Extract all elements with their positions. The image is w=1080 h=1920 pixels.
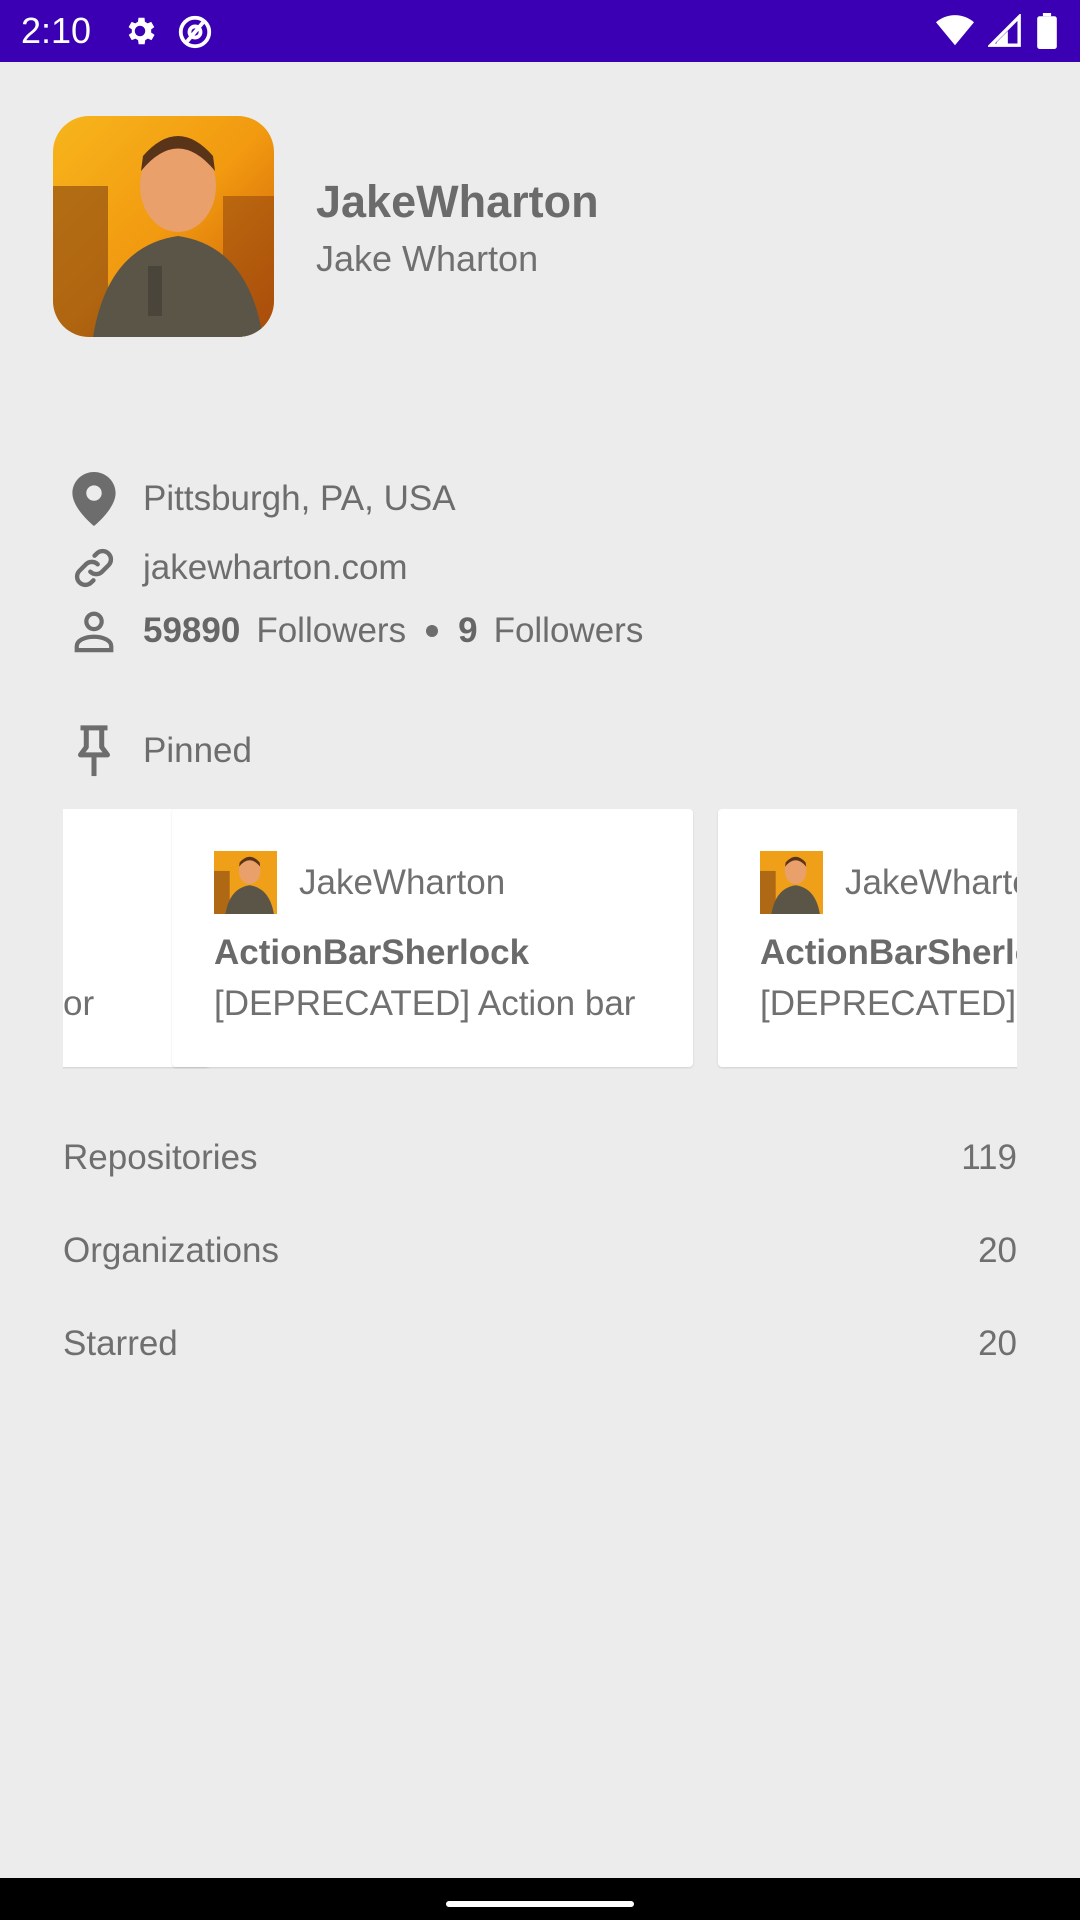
username: JakeWharton bbox=[316, 176, 599, 227]
followers-label[interactable]: Followers bbox=[256, 611, 406, 651]
location-text: Pittsburgh, PA, USA bbox=[143, 479, 456, 518]
settings-icon bbox=[122, 13, 158, 56]
home-gesture-handle[interactable] bbox=[446, 1901, 634, 1907]
avatar bbox=[53, 116, 274, 337]
card-repo-title: ActionBarSherlock bbox=[214, 933, 530, 972]
stat-value: 20 bbox=[978, 1324, 1017, 1363]
link-icon bbox=[69, 543, 119, 593]
pinned-card[interactable]: JakeWharton ActionBarSherlock [DEPRECATE… bbox=[172, 809, 693, 1067]
card-description: [DEPRECATED] Action bar bbox=[760, 984, 1017, 1023]
stat-value: 20 bbox=[978, 1231, 1017, 1270]
stat-value: 119 bbox=[961, 1138, 1017, 1177]
followers-count[interactable]: 59890 bbox=[143, 611, 240, 651]
at-sign-icon bbox=[176, 13, 214, 56]
card-description: or bbox=[63, 984, 95, 1023]
card-owner-avatar bbox=[214, 851, 277, 914]
card-owner: JakeWharton bbox=[214, 851, 505, 914]
pinned-card[interactable]: JakeWharton ActionBarSherlock [DEPRECATE… bbox=[718, 809, 1017, 1067]
card-owner: JakeWharton bbox=[760, 851, 1017, 914]
stat-organizations[interactable]: Organizations 20 bbox=[63, 1231, 1017, 1271]
pinned-carousel[interactable]: or JakeWharton ActionBarSherlock [DEPREC… bbox=[63, 809, 1017, 1069]
stat-starred[interactable]: Starred 20 bbox=[63, 1324, 1017, 1364]
battery-icon bbox=[1036, 13, 1058, 54]
pinned-header: Pinned bbox=[69, 725, 252, 777]
full-name: Jake Wharton bbox=[316, 238, 539, 279]
stat-label: Organizations bbox=[63, 1231, 279, 1270]
pinned-label: Pinned bbox=[143, 731, 252, 770]
card-owner-name: JakeWharton bbox=[299, 862, 506, 902]
status-bar: 2:10 bbox=[0, 0, 1080, 62]
wifi-icon bbox=[936, 14, 974, 53]
card-owner-name: JakeWharton bbox=[845, 862, 1017, 902]
website-row[interactable]: jakewharton.com bbox=[69, 543, 408, 593]
pin-icon bbox=[69, 725, 119, 777]
stat-label: Starred bbox=[63, 1324, 178, 1363]
stat-repositories[interactable]: Repositories 119 bbox=[63, 1138, 1017, 1178]
cellular-signal-icon bbox=[986, 12, 1022, 53]
location-pin-icon bbox=[69, 472, 119, 526]
person-icon bbox=[69, 606, 119, 656]
following-label[interactable]: Followers bbox=[494, 611, 644, 651]
following-count[interactable]: 9 bbox=[458, 611, 477, 651]
stat-label: Repositories bbox=[63, 1138, 258, 1177]
card-owner-avatar bbox=[760, 851, 823, 914]
followers-row: 59890 Followers 9 Followers bbox=[69, 606, 643, 656]
card-repo-title: ActionBarSherlock bbox=[760, 933, 1017, 972]
navigation-bar bbox=[0, 1878, 1080, 1920]
website-link[interactable]: jakewharton.com bbox=[143, 548, 408, 588]
card-description: [DEPRECATED] Action bar bbox=[214, 984, 636, 1023]
separator-dot bbox=[426, 625, 439, 637]
status-time: 2:10 bbox=[21, 10, 92, 51]
location-row: Pittsburgh, PA, USA bbox=[69, 472, 456, 526]
